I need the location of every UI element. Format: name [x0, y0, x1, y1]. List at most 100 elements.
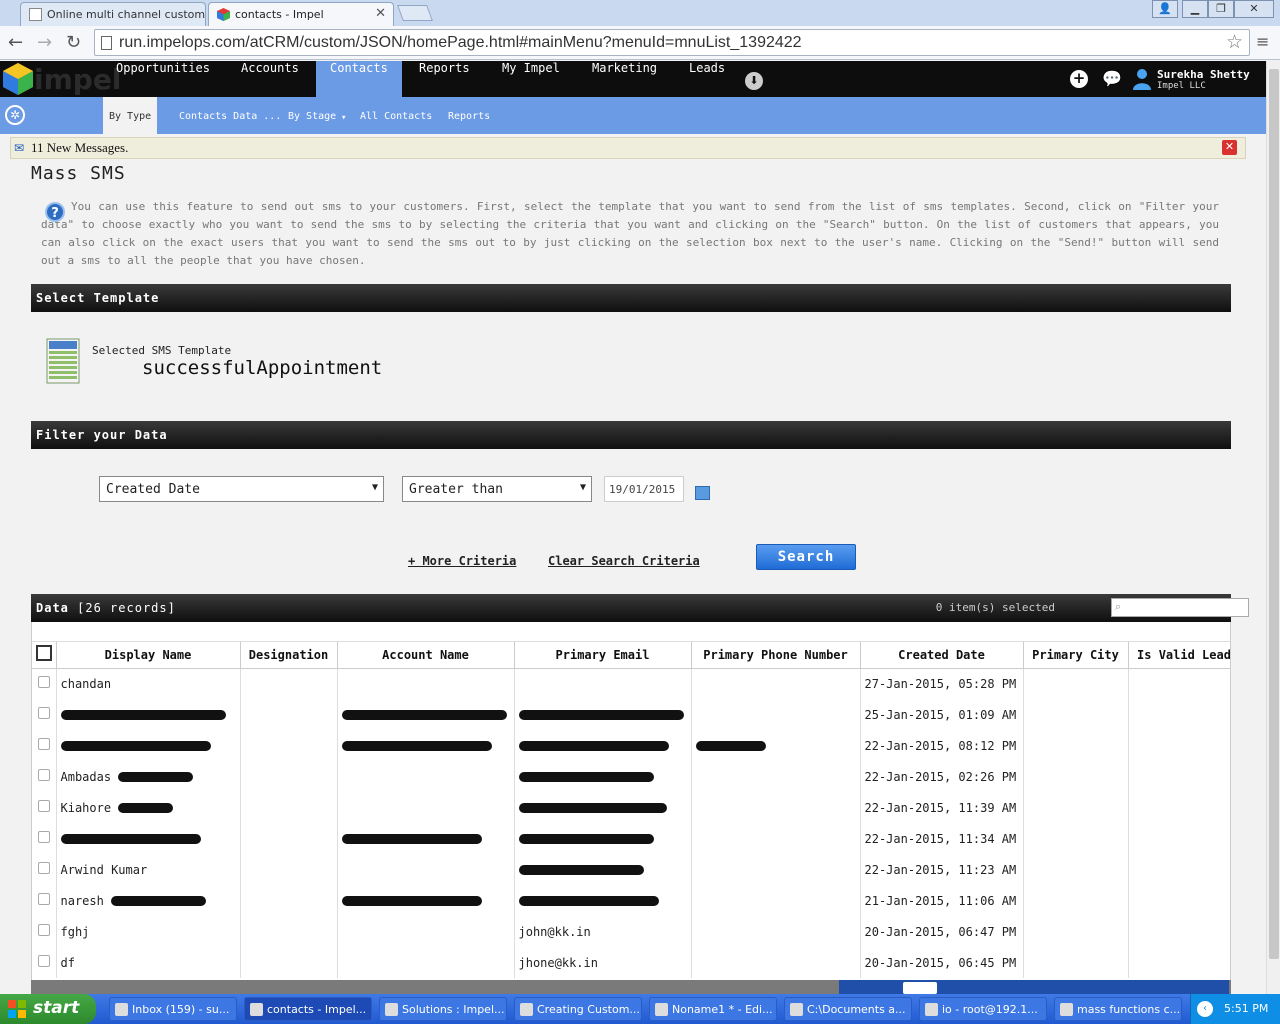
page-icon: [29, 8, 42, 21]
menu-leads[interactable]: Leads: [675, 61, 739, 97]
table-row[interactable]: 25-Jan-2015, 01:09 AM: [32, 699, 1230, 730]
table-row[interactable]: fghj john@kk.in 20-Jan-2015, 06:47 PM: [32, 916, 1230, 947]
subnav-by-type[interactable]: By Type: [103, 97, 158, 134]
user-name[interactable]: Surekha Shetty: [1157, 68, 1250, 81]
taskbar-item-7[interactable]: mass functions c...: [1054, 997, 1182, 1021]
section-title: Data [26 records]: [36, 601, 176, 615]
table-row[interactable]: Ambadas 22-Jan-2015, 02:26 PM: [32, 761, 1230, 792]
taskbar-item-4[interactable]: Noname1 * - Edi...: [649, 997, 777, 1021]
table-row[interactable]: 22-Jan-2015, 11:34 AM: [32, 823, 1230, 854]
col-created-date[interactable]: Created Date: [860, 642, 1024, 669]
dropdown-arrow-icon[interactable]: ▾: [341, 113, 346, 123]
app-icon: [1060, 1003, 1073, 1016]
page-scrollbar[interactable]: [1266, 61, 1280, 994]
redaction: [518, 896, 659, 906]
reload-icon[interactable]: ↻: [66, 32, 81, 53]
subnav-all-contacts[interactable]: All Contacts: [360, 111, 432, 122]
subnav-reports[interactable]: Reports: [448, 111, 490, 122]
back-icon[interactable]: ←: [8, 32, 23, 53]
add-icon[interactable]: +: [1070, 70, 1088, 88]
clear-criteria-link[interactable]: Clear Search Criteria: [548, 554, 700, 568]
table-search-input[interactable]: ⌕: [1111, 598, 1249, 617]
profile-icon[interactable]: 👤: [1152, 0, 1178, 18]
scrollbar-thumb[interactable]: [1269, 69, 1279, 959]
close-window-icon[interactable]: ✕: [1234, 0, 1274, 18]
menu-my-impel[interactable]: My Impel: [488, 61, 574, 97]
taskbar-item-1[interactable]: contacts - Impel...: [244, 997, 372, 1021]
menu-icon[interactable]: ≡: [1256, 32, 1269, 51]
pager[interactable]: [839, 980, 1229, 994]
redaction: [341, 710, 507, 720]
subnav-by-stage[interactable]: By Stage: [288, 111, 336, 122]
row-checkbox[interactable]: [38, 924, 50, 936]
user-avatar-icon[interactable]: [1133, 68, 1151, 90]
restore-icon[interactable]: ❐: [1208, 0, 1234, 18]
col-primary-phone[interactable]: Primary Phone Number: [691, 642, 861, 669]
col-designation[interactable]: Designation: [240, 642, 338, 669]
col-is-valid-lead[interactable]: Is Valid Lead: [1128, 642, 1230, 669]
row-checkbox[interactable]: [38, 955, 50, 967]
cell-created-date: 22-Jan-2015, 02:26 PM: [860, 761, 1024, 792]
taskbar-item-5[interactable]: C:\Documents a...: [784, 997, 912, 1021]
start-button[interactable]: start: [0, 994, 96, 1024]
close-messages-icon[interactable]: ✕: [1222, 140, 1237, 155]
col-display-name[interactable]: Display Name: [56, 642, 241, 669]
tray-arrow-icon[interactable]: ‹: [1197, 1001, 1213, 1017]
more-menu-icon[interactable]: ⬇: [745, 72, 763, 90]
table-row[interactable]: Kiahore 22-Jan-2015, 11:39 AM: [32, 792, 1230, 823]
row-checkbox[interactable]: [38, 738, 50, 750]
tab-label: Online multi channel custome: [47, 8, 206, 21]
filter-field-select[interactable]: Created Date ▼: [99, 476, 384, 502]
browser-tab-0[interactable]: Online multi channel custome: [20, 2, 206, 26]
data-header: Data [26 records] 0 item(s) selected ⌕: [31, 594, 1249, 622]
subnav-contacts-data[interactable]: Contacts Data ...: [179, 111, 281, 122]
forward-icon[interactable]: →: [37, 32, 52, 53]
page-number-input[interactable]: [903, 982, 937, 994]
table-row[interactable]: naresh 21-Jan-2015, 11:06 AM: [32, 885, 1230, 916]
col-primary-email[interactable]: Primary Email: [514, 642, 692, 669]
taskbar-item-2[interactable]: Solutions : Impel...: [379, 997, 507, 1021]
taskbar-item-6[interactable]: io - root@192.1...: [919, 997, 1047, 1021]
terminal-icon: [925, 1003, 938, 1016]
bookmark-star-icon[interactable]: ☆: [1226, 31, 1243, 53]
new-messages-text[interactable]: 11 New Messages.: [31, 140, 128, 156]
table-row[interactable]: df jhone@kk.in 20-Jan-2015, 06:45 PM: [32, 947, 1230, 978]
taskbar-item-3[interactable]: Creating Custom...: [514, 997, 642, 1021]
search-button[interactable]: Search: [756, 544, 856, 570]
row-checkbox[interactable]: [38, 707, 50, 719]
row-checkbox[interactable]: [38, 893, 50, 905]
table-row[interactable]: 22-Jan-2015, 08:12 PM: [32, 730, 1230, 761]
col-account-name[interactable]: Account Name: [337, 642, 515, 669]
settings-icon[interactable]: ✲: [5, 105, 25, 125]
menu-marketing[interactable]: Marketing: [578, 61, 671, 97]
address-bar[interactable]: run.impelops.com/atCRM/custom/JSON/homeP…: [94, 29, 1250, 56]
table-row[interactable]: chandan 27-Jan-2015, 05:28 PM: [32, 668, 1230, 699]
menu-opportunities[interactable]: Opportunities: [102, 61, 224, 97]
row-checkbox[interactable]: [38, 676, 50, 689]
more-criteria-link[interactable]: + More Criteria: [408, 554, 516, 568]
row-checkbox[interactable]: [38, 769, 50, 781]
menu-reports[interactable]: Reports: [405, 61, 484, 97]
filter-operator-select[interactable]: Greater than ▼: [402, 476, 592, 502]
row-checkbox[interactable]: [38, 831, 50, 843]
select-all-checkbox[interactable]: [32, 642, 57, 669]
col-primary-city[interactable]: Primary City: [1023, 642, 1129, 669]
impel-logo[interactable]: [3, 63, 33, 95]
filter-date-input[interactable]: 19/01/2015: [604, 476, 684, 502]
new-tab-button[interactable]: [397, 5, 433, 21]
cell-display-name: naresh: [60, 893, 104, 908]
selected-template-value[interactable]: successfulAppointment: [142, 357, 382, 379]
calendar-icon[interactable]: [695, 486, 710, 500]
menu-accounts[interactable]: Accounts: [227, 61, 313, 97]
taskbar-item-0[interactable]: Inbox (159) - su...: [109, 997, 237, 1021]
chat-icon[interactable]: 💬: [1102, 69, 1122, 88]
windows-logo-icon: [8, 1000, 26, 1018]
row-checkbox[interactable]: [38, 800, 50, 812]
minimize-icon[interactable]: ▁: [1182, 0, 1208, 18]
browser-tab-1[interactable]: contacts - Impel ✕: [208, 2, 394, 26]
close-tab-icon[interactable]: ✕: [375, 6, 386, 21]
menu-contacts[interactable]: Contacts: [316, 61, 402, 97]
cell-email: john@kk.in: [514, 916, 692, 947]
table-row[interactable]: Arwind Kumar 22-Jan-2015, 11:23 AM: [32, 854, 1230, 885]
row-checkbox[interactable]: [38, 862, 50, 874]
